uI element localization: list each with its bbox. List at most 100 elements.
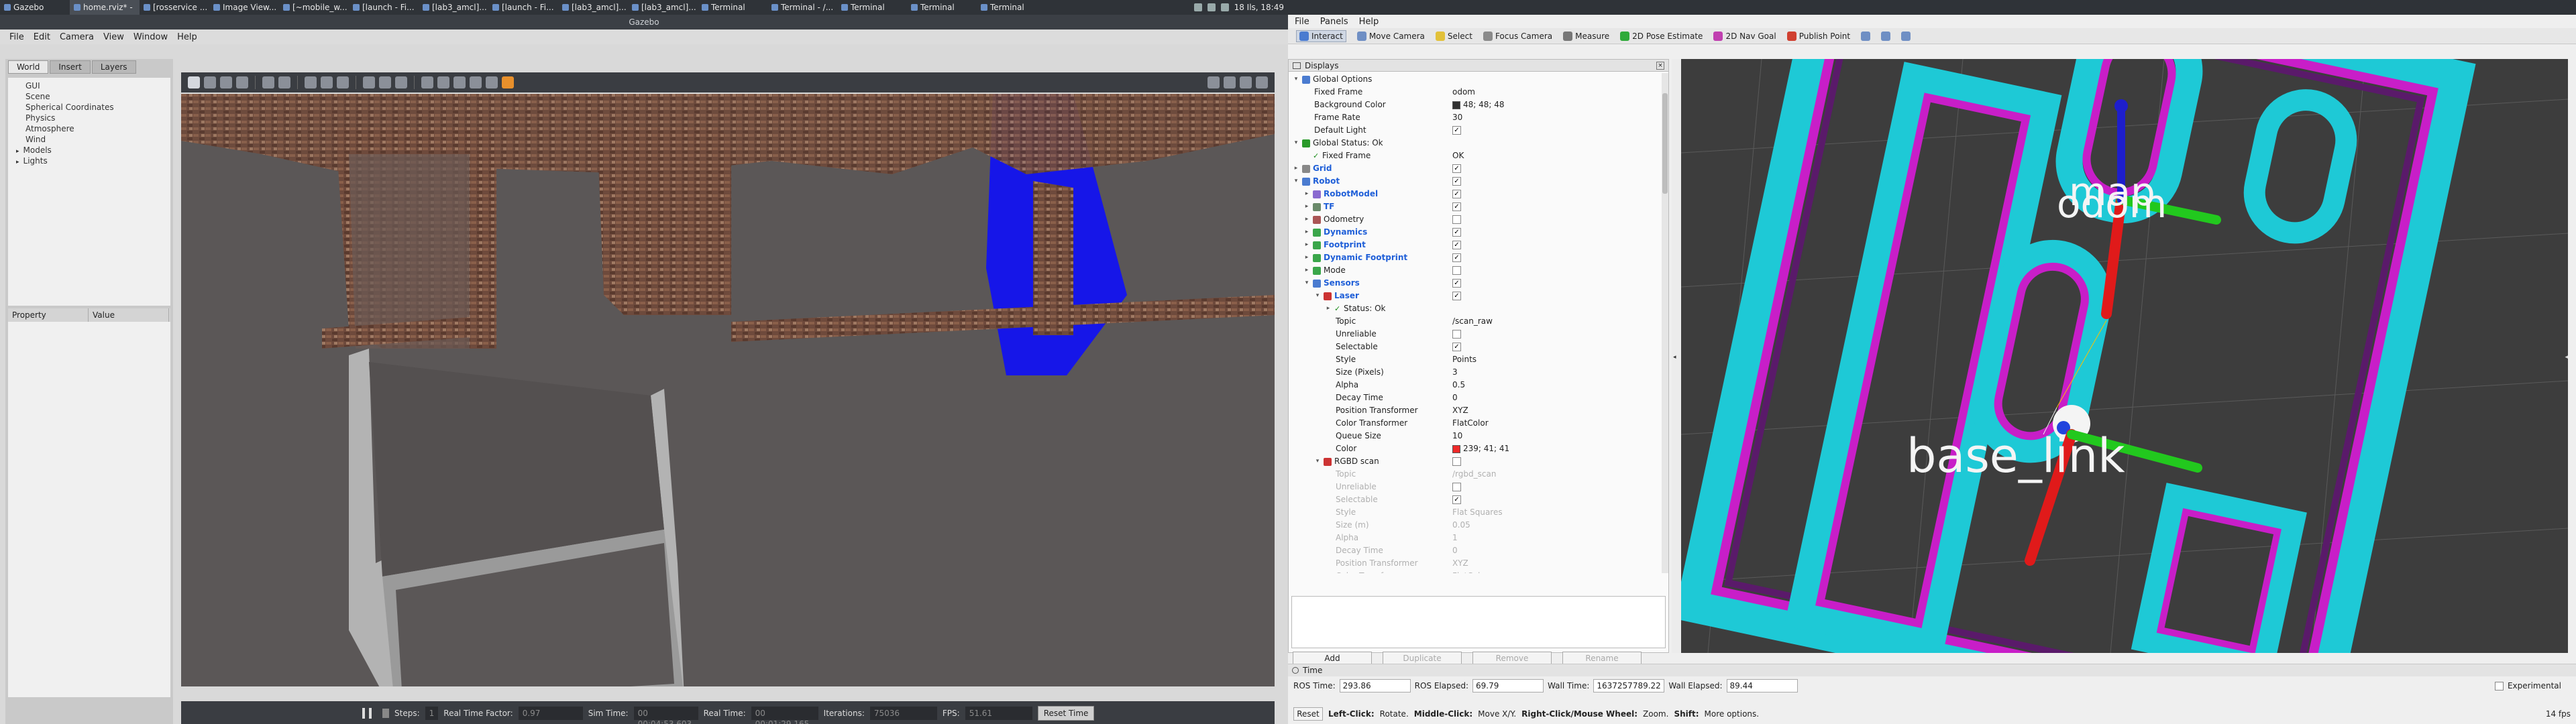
- translate-mode-icon[interactable]: [204, 76, 216, 88]
- taskbar-item[interactable]: [launch - Fi...: [488, 0, 558, 15]
- taskbar-item[interactable]: [lab3_amcl]...: [558, 0, 628, 15]
- expand-arrow-icon[interactable]: ▾: [1293, 73, 1299, 86]
- tool-measure[interactable]: Measure: [1563, 31, 1609, 41]
- collapse-left-icon[interactable]: ◂: [1673, 354, 1676, 361]
- expand-arrow-icon[interactable]: ▾: [1293, 175, 1299, 188]
- expand-arrow-icon[interactable]: ▸: [16, 148, 19, 155]
- display-row[interactable]: ✓ Fixed Frame OK: [1289, 149, 1662, 162]
- display-row-value[interactable]: ✓: [1452, 241, 1461, 249]
- menu-file[interactable]: File: [9, 32, 24, 42]
- expand-arrow-icon[interactable]: ▸: [1303, 264, 1310, 277]
- display-row-value[interactable]: ✓: [1452, 495, 1461, 504]
- tab-insert[interactable]: Insert: [50, 60, 91, 74]
- close-icon[interactable]: ×: [1656, 61, 1664, 70]
- enable-checkbox[interactable]: ✓: [1452, 202, 1461, 211]
- display-row-value[interactable]: 239; 41; 41: [1452, 442, 1509, 455]
- display-row-value[interactable]: Flat Squares: [1452, 506, 1503, 519]
- enable-checkbox[interactable]: ✓: [1452, 241, 1461, 249]
- display-row[interactable]: Default Light ✓: [1289, 124, 1662, 137]
- enable-checkbox[interactable]: ✓: [1452, 126, 1461, 135]
- expand-arrow-icon[interactable]: ▾: [1314, 455, 1321, 468]
- menu-view[interactable]: View: [103, 32, 124, 42]
- spot-light-icon[interactable]: [379, 76, 391, 88]
- world-tree-item[interactable]: GUI: [12, 80, 166, 91]
- display-row-value[interactable]: ✓: [1452, 292, 1461, 300]
- display-row[interactable]: ▸ Grid ✓: [1289, 162, 1662, 175]
- world-tree-item[interactable]: Spherical Coordinates: [12, 102, 166, 113]
- tool-2d-pose-estimate[interactable]: 2D Pose Estimate: [1620, 31, 1703, 41]
- undo-icon[interactable]: [262, 76, 274, 88]
- display-row[interactable]: Color 239; 41; 41: [1289, 442, 1662, 455]
- enable-checkbox[interactable]: [1452, 483, 1461, 491]
- display-row[interactable]: Unreliable: [1289, 481, 1662, 493]
- tool-interact[interactable]: Interact: [1296, 29, 1346, 42]
- taskbar-item[interactable]: Terminal: [837, 0, 907, 15]
- display-row-value[interactable]: ✓: [1452, 202, 1461, 211]
- display-row[interactable]: Size (m) 0.05: [1289, 519, 1662, 532]
- enable-checkbox[interactable]: [1452, 457, 1461, 466]
- display-row-value[interactable]: 48; 48; 48: [1452, 99, 1505, 111]
- rotate-mode-icon[interactable]: [220, 76, 232, 88]
- step-icon[interactable]: [382, 709, 389, 718]
- display-row[interactable]: Decay Time 0: [1289, 544, 1662, 557]
- enable-checkbox[interactable]: ✓: [1452, 253, 1461, 262]
- display-row-value[interactable]: 30: [1452, 111, 1462, 124]
- taskbar-item[interactable]: Terminal: [907, 0, 977, 15]
- expand-arrow-icon[interactable]: ▸: [1303, 251, 1310, 264]
- display-row[interactable]: ▸ Dynamic Footprint ✓: [1289, 251, 1662, 264]
- plus-view-icon[interactable]: [1861, 31, 1871, 41]
- display-row-value[interactable]: 3: [1452, 366, 1458, 379]
- display-row[interactable]: Size (Pixels) 3: [1289, 366, 1662, 379]
- display-row[interactable]: Topic/scan_raw: [1289, 315, 1662, 328]
- menu-edit[interactable]: Edit: [34, 32, 50, 42]
- display-row[interactable]: ▾ Global Options: [1289, 73, 1662, 86]
- enable-checkbox[interactable]: ✓: [1452, 279, 1461, 288]
- enable-checkbox[interactable]: ✓: [1452, 177, 1461, 186]
- display-row-value[interactable]: XYZ: [1452, 557, 1468, 570]
- display-row-value[interactable]: 1: [1452, 532, 1458, 544]
- steps-field[interactable]: 1: [425, 707, 439, 720]
- display-row[interactable]: ▾ Global Status: Ok: [1289, 137, 1662, 149]
- enable-checkbox[interactable]: [1452, 266, 1461, 275]
- display-row[interactable]: ▸ Odometry: [1289, 213, 1662, 226]
- pause-icon[interactable]: [362, 708, 372, 719]
- display-row[interactable]: Topic/rgbd_scan: [1289, 468, 1662, 481]
- sphere-shape-icon[interactable]: [321, 76, 333, 88]
- copy-icon[interactable]: [421, 76, 433, 88]
- paste-icon[interactable]: [437, 76, 449, 88]
- tool-2d-nav-goal[interactable]: 2D Nav Goal: [1713, 31, 1776, 41]
- taskbar-item[interactable]: [~mobile_w...: [279, 0, 349, 15]
- remove-button[interactable]: Remove: [1472, 652, 1552, 665]
- expand-arrow-icon[interactable]: ▸: [16, 159, 19, 166]
- snap-icon[interactable]: [470, 76, 482, 88]
- ros-time-field[interactable]: 293.86: [1339, 679, 1411, 692]
- scale-mode-icon[interactable]: [236, 76, 248, 88]
- taskbar-item[interactable]: [rosservice ...: [140, 0, 209, 15]
- panel-splitter[interactable]: ◂: [1672, 59, 1681, 653]
- collapse-right-icon[interactable]: ◂: [2565, 354, 2568, 361]
- display-row-value[interactable]: ✓: [1452, 164, 1461, 173]
- display-row-value[interactable]: [1452, 457, 1461, 466]
- expand-arrow-icon[interactable]: ▸: [1303, 200, 1310, 213]
- magnet-icon[interactable]: [486, 76, 498, 88]
- reset-button[interactable]: Reset: [1293, 707, 1323, 721]
- display-row-value[interactable]: 0.05: [1452, 519, 1470, 532]
- gazebo-3d-viewport[interactable]: [181, 94, 1275, 686]
- rviz-3d-viewport[interactable]: odom map base_link ◂: [1681, 59, 2568, 653]
- expand-arrow-icon[interactable]: ▾: [1314, 290, 1321, 302]
- scrollbar-thumb[interactable]: [1662, 93, 1668, 194]
- taskbar-item[interactable]: Terminal: [977, 0, 1046, 15]
- display-row-value[interactable]: /scan_raw: [1452, 315, 1493, 328]
- world-tree-item[interactable]: ▸ Lights: [12, 156, 166, 166]
- display-row[interactable]: Selectable ✓: [1289, 493, 1662, 506]
- display-row-value[interactable]: ✓: [1452, 279, 1461, 288]
- duplicate-button[interactable]: Duplicate: [1383, 652, 1462, 665]
- enable-checkbox[interactable]: ✓: [1452, 495, 1461, 504]
- world-tree-item[interactable]: Atmosphere: [12, 123, 166, 134]
- display-row-value[interactable]: 0: [1452, 544, 1458, 557]
- plot-icon[interactable]: [1240, 76, 1252, 88]
- display-row-value[interactable]: Points: [1452, 353, 1477, 366]
- display-row[interactable]: Selectable ✓: [1289, 341, 1662, 353]
- color-swatch[interactable]: [1452, 444, 1460, 453]
- expand-arrow-icon[interactable]: ▸: [1303, 226, 1310, 239]
